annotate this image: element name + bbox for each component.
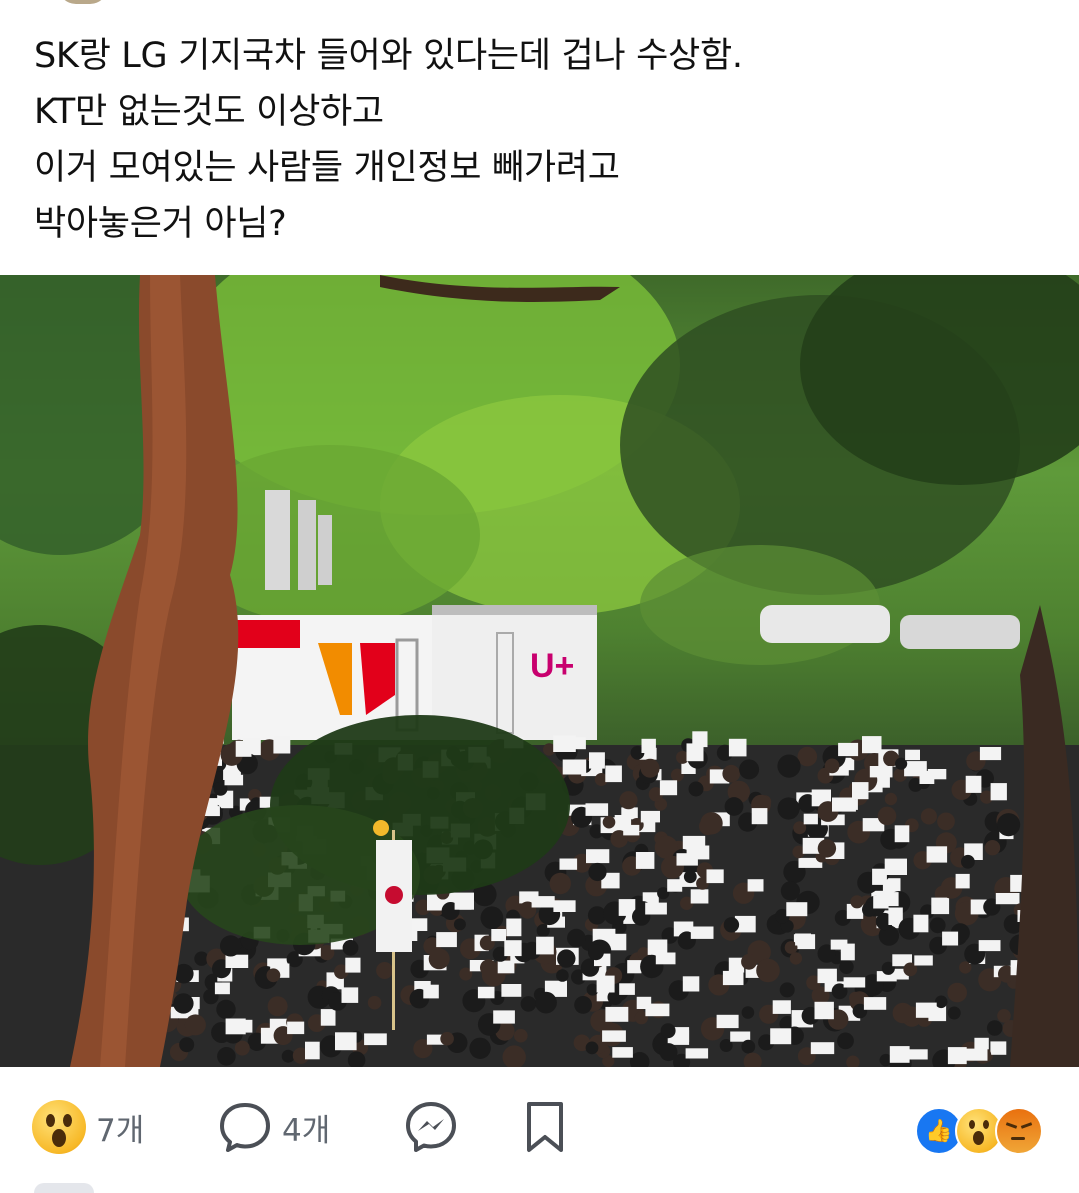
- post-action-bar: 7개 4개 👍: [0, 1067, 1079, 1188]
- next-post-avatar: [34, 1183, 94, 1193]
- reaction-count: 7개: [96, 1112, 145, 1149]
- post-text-line-3: 이거 모여있는 사람들 개인정보 빼가려고: [34, 148, 620, 188]
- post-text-line-2: KT만 없는것도 이상하고: [34, 92, 384, 132]
- bookmark-icon: [527, 1102, 563, 1152]
- save-button[interactable]: [522, 1099, 568, 1155]
- wow-reaction-icon: [32, 1100, 86, 1154]
- post-text: SK랑 LG 기지국차 들어와 있다는데 겁나 수상함. KT만 없는것도 이상…: [34, 28, 1044, 252]
- comment-icon: [220, 1103, 270, 1152]
- truck-label: U+: [530, 647, 574, 685]
- comment-count: 4개: [282, 1112, 331, 1149]
- author-avatar[interactable]: [58, 0, 108, 4]
- messenger-share-button[interactable]: [404, 1099, 458, 1155]
- post-photo[interactable]: U+: [0, 275, 1079, 1067]
- reaction-button[interactable]: 7개: [32, 1099, 144, 1155]
- post-text-line-1: SK랑 LG 기지국차 들어와 있다는데 겁나 수상함.: [34, 36, 743, 76]
- post-text-line-4: 박아놓은거 아님?: [34, 204, 287, 244]
- comment-button[interactable]: 4개: [218, 1099, 330, 1155]
- messenger-icon: [406, 1102, 456, 1152]
- angry-icon: [995, 1107, 1043, 1155]
- photo-illustration: U+: [0, 275, 1079, 1067]
- reactions-summary[interactable]: 👍: [915, 1107, 1045, 1155]
